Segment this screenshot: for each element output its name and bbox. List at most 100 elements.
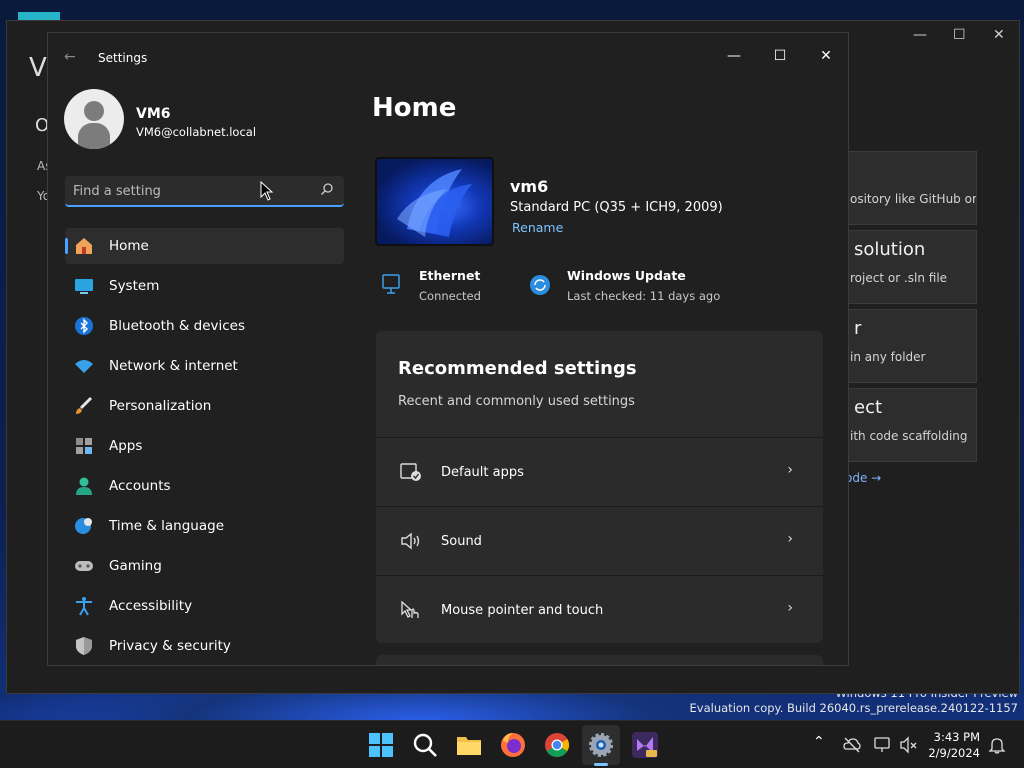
mouse-cursor-icon: [260, 181, 274, 201]
active-app-indicator: [594, 763, 608, 766]
vs-card-subtitle: ith code scaffolding: [850, 429, 968, 443]
network-tray-icon[interactable]: [874, 736, 892, 754]
sidebar-item-apps[interactable]: Apps: [65, 428, 344, 464]
window-title: Settings: [98, 51, 148, 65]
clock-date: 2/9/2024: [928, 746, 980, 760]
sidebar-item-label: Accounts: [109, 478, 171, 494]
sidebar-item-bluetooth[interactable]: Bluetooth & devices: [65, 308, 344, 344]
home-icon: [76, 238, 92, 254]
chrome-icon[interactable]: [543, 731, 571, 759]
apps-icon: [76, 438, 92, 454]
visual-studio-icon[interactable]: [631, 731, 659, 759]
ethernet-status: Connected: [419, 289, 481, 303]
recommended-item-label: Mouse pointer and touch: [441, 603, 604, 618]
vs-card-clone[interactable]: ository like GitHub or: [843, 151, 977, 225]
sidebar-item-label: Personalization: [109, 398, 212, 414]
pc-wallpaper-thumbnail: [375, 157, 494, 246]
sidebar-item-label: Apps: [109, 438, 143, 454]
onedrive-offline-icon[interactable]: [843, 736, 861, 754]
avatar-body: [78, 123, 110, 149]
sidebar-item-home[interactable]: Home: [65, 228, 344, 264]
network-icon: [75, 360, 93, 373]
recommended-item-label: Default apps: [441, 465, 524, 480]
file-explorer-icon[interactable]: [455, 731, 483, 759]
vs-close-icon[interactable]: ✕: [993, 27, 1005, 43]
minimize-button[interactable]: —: [712, 41, 756, 71]
sidebar-item-label: Gaming: [109, 558, 162, 574]
brush-icon: [76, 396, 93, 414]
vs-continue-without-code-link[interactable]: ode →: [845, 471, 881, 485]
update-icon: [530, 275, 550, 295]
search-box[interactable]: [65, 176, 344, 207]
pc-name: vm6: [510, 177, 549, 196]
next-card-edge: [376, 655, 823, 665]
vs-card-title: r: [854, 318, 862, 339]
vs-card-subtitle: roject or .sln file: [850, 271, 948, 285]
windows-bloom-image: [397, 169, 472, 237]
sidebar-item-accounts[interactable]: Accounts: [65, 468, 344, 504]
user-email: VM6@collabnet.local: [136, 125, 257, 139]
recommended-item-default-apps[interactable]: Default apps ›: [376, 437, 823, 505]
accessibility-icon: [76, 597, 92, 616]
sidebar-item-label: Bluetooth & devices: [109, 318, 246, 334]
vs-card-open-project[interactable]: solution roject or .sln file: [843, 230, 977, 304]
vs-card-title: ect: [854, 397, 883, 418]
vs-maximize-icon[interactable]: ☐: [953, 27, 966, 43]
sidebar-item-label: Accessibility: [109, 598, 193, 614]
chevron-right-icon: ›: [787, 462, 793, 478]
recommended-title: Recommended settings: [398, 358, 637, 379]
recommended-subtitle: Recent and commonly used settings: [398, 394, 635, 409]
sidebar-item-privacy-security[interactable]: Privacy & security: [65, 628, 344, 664]
maximize-button[interactable]: ☐: [758, 41, 802, 71]
pc-model: Standard PC (Q35 + ICH9, 2009): [510, 200, 723, 215]
volume-muted-icon[interactable]: [900, 736, 918, 754]
user-avatar[interactable]: [64, 89, 124, 149]
clock-time: 3:43 PM: [933, 730, 980, 744]
sidebar-item-accessibility[interactable]: Accessibility: [65, 588, 344, 624]
default-apps-icon: [400, 463, 421, 481]
sidebar-item-gaming[interactable]: Gaming: [65, 548, 344, 584]
ethernet-title[interactable]: Ethernet: [419, 268, 480, 283]
sidebar-item-label: Privacy & security: [109, 638, 231, 654]
vs-card-new-project[interactable]: ect ith code scaffolding: [843, 388, 977, 462]
notification-bell-icon[interactable]: [988, 736, 1006, 754]
windows-update-title[interactable]: Windows Update: [567, 268, 686, 283]
chevron-up-icon[interactable]: ⌃: [813, 734, 825, 750]
start-icon[interactable]: [367, 731, 395, 759]
sidebar-item-label: Time & language: [109, 518, 225, 534]
page-title: Home: [372, 93, 457, 123]
rename-link[interactable]: Rename: [512, 220, 563, 235]
avatar-head: [84, 101, 104, 121]
sidebar-nav: Home System Bluetooth & devices Network …: [65, 228, 344, 665]
sidebar-item-time-language[interactable]: Time & language: [65, 508, 344, 544]
back-arrow-icon[interactable]: ←: [64, 49, 76, 65]
recommended-item-label: Sound: [441, 534, 482, 549]
system-clock[interactable]: 3:43 PM 2/9/2024: [928, 729, 980, 761]
close-button[interactable]: ✕: [804, 41, 848, 71]
chevron-right-icon: ›: [787, 600, 793, 616]
vs-minimize-icon[interactable]: —: [913, 27, 927, 43]
settings-titlebar[interactable]: ← Settings — ☐ ✕: [48, 33, 848, 83]
desktop-accent-bar: [18, 12, 60, 20]
recommended-item-sound[interactable]: Sound ›: [376, 506, 823, 574]
settings-window[interactable]: ← Settings — ☐ ✕ VM6 VM6@collabnet.local…: [47, 32, 849, 666]
watermark-line2: Evaluation copy. Build 26040.rs_prerelea…: [689, 701, 1018, 715]
chevron-right-icon: ›: [787, 531, 793, 547]
sidebar-item-network[interactable]: Network & internet: [65, 348, 344, 384]
search-icon[interactable]: [320, 182, 334, 196]
recommended-item-mouse-pointer[interactable]: Mouse pointer and touch ›: [376, 575, 823, 643]
bluetooth-icon: [75, 317, 93, 335]
windows-update-status: Last checked: 11 days ago: [567, 289, 721, 303]
settings-gear-icon[interactable]: [587, 731, 615, 759]
firefox-icon[interactable]: [499, 731, 527, 759]
user-name: VM6: [136, 106, 171, 122]
recommended-settings-card: Recommended settings Recent and commonly…: [376, 331, 823, 643]
sidebar-item-personalization[interactable]: Personalization: [65, 388, 344, 424]
sidebar-item-system[interactable]: System: [65, 268, 344, 304]
pointer-touch-icon: [401, 600, 419, 618]
search-icon[interactable]: [411, 731, 439, 759]
gamepad-icon: [75, 561, 93, 571]
speaker-icon: [401, 532, 420, 550]
sidebar-item-label: Home: [109, 238, 149, 254]
vs-card-open-folder[interactable]: r in any folder: [843, 309, 977, 383]
